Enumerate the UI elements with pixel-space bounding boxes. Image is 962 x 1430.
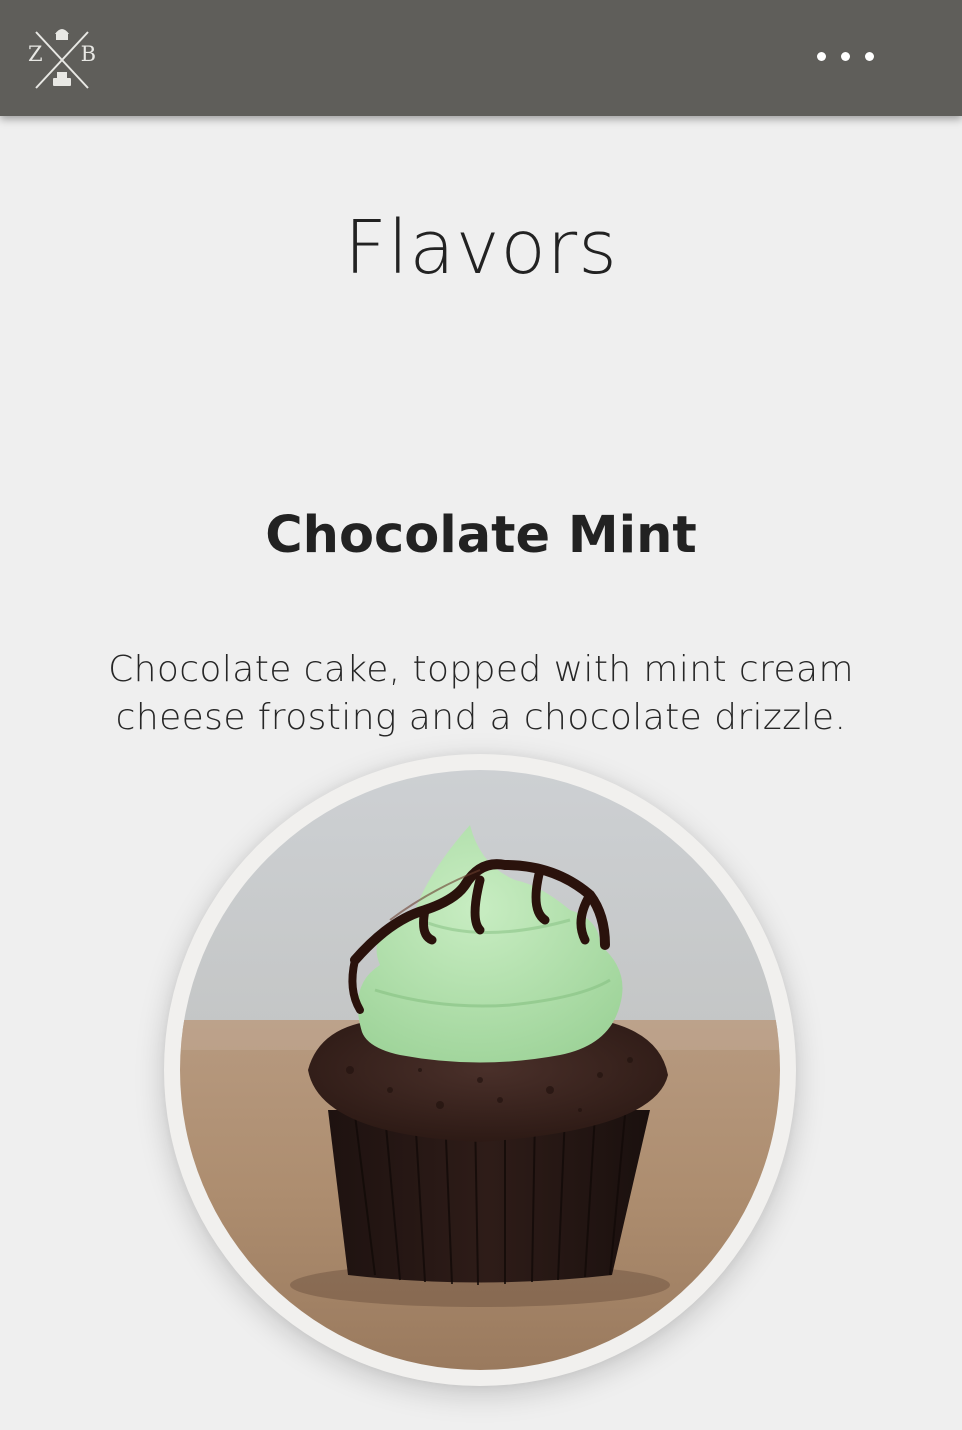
top-navigation-bar: Z B	[0, 0, 962, 116]
logo-letter-b: B	[80, 42, 96, 66]
logo-letter-z: Z	[28, 42, 43, 66]
flavor-photo	[180, 770, 780, 1370]
flavor-description: Chocolate cake, topped with mint cream c…	[108, 649, 854, 738]
page-title: Flavors	[344, 204, 618, 291]
flavor-name: Chocolate Mint	[265, 506, 697, 566]
more-horizontal-icon-dot	[816, 51, 826, 61]
more-menu-button[interactable]	[800, 30, 890, 82]
brand-logo[interactable]: Z B	[24, 20, 100, 96]
more-horizontal-icon-dot	[840, 51, 850, 61]
chocolate-mint-cupcake-photo	[180, 770, 780, 1370]
more-horizontal-icon-dot	[864, 51, 874, 61]
